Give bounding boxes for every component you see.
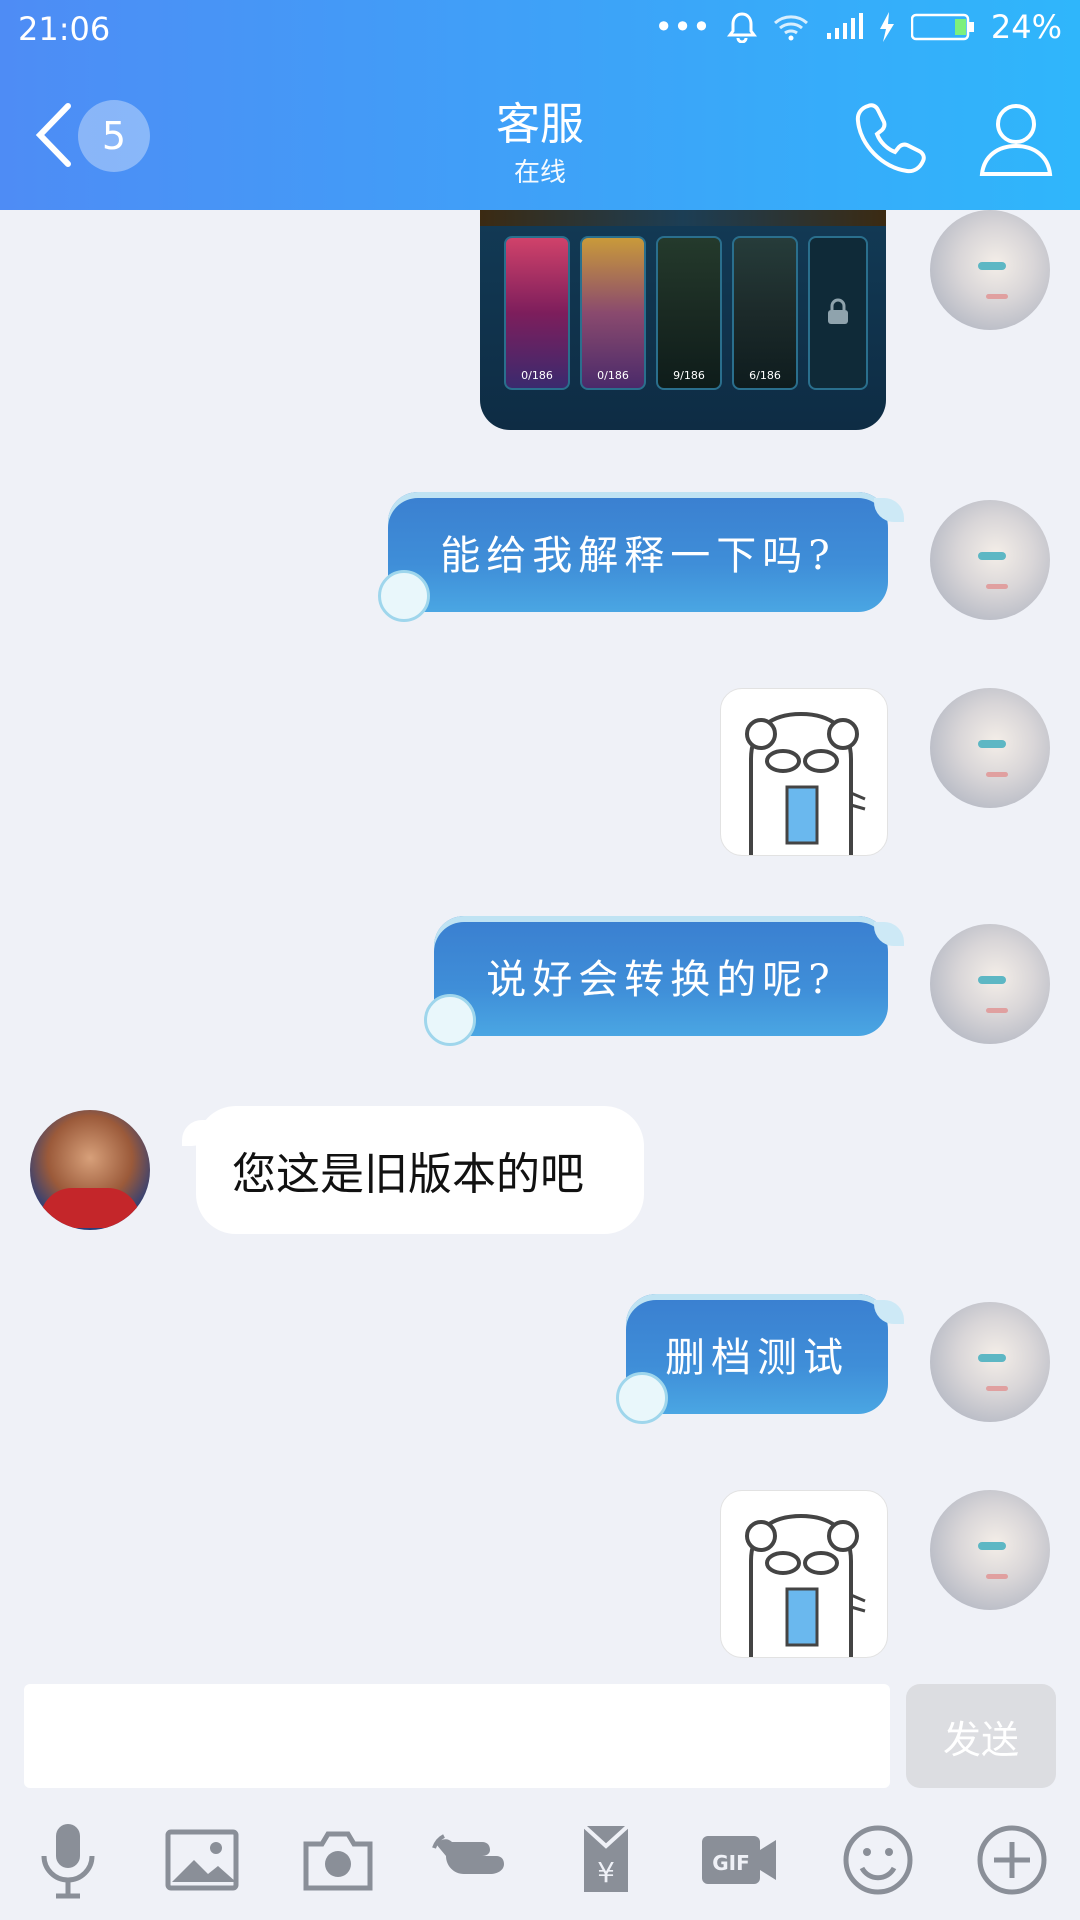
my-avatar[interactable]	[930, 1490, 1050, 1610]
image-message[interactable]: 0/186 0/186 9/186 6/186	[480, 210, 886, 430]
message-bubble[interactable]: 删档测试	[616, 1294, 904, 1424]
game-card: 0/186	[580, 236, 646, 390]
emoji-icon[interactable]	[838, 1820, 918, 1900]
bell-icon	[726, 12, 757, 43]
bubble-decoration-icon	[616, 1372, 668, 1424]
locked-card	[808, 236, 868, 390]
input-bar: 发送	[0, 1680, 1080, 1790]
send-button[interactable]: 发送	[906, 1684, 1056, 1788]
status-bar: 21:06 ••• 24%	[0, 0, 1080, 60]
game-card: 6/186	[732, 236, 798, 390]
bubble-tail	[874, 498, 904, 522]
incoming-message-bubble[interactable]: 您这是旧版本的吧	[182, 1106, 644, 1234]
gif-icon[interactable]: GIF	[700, 1820, 780, 1900]
game-topbar	[480, 210, 886, 226]
my-avatar[interactable]	[930, 924, 1050, 1044]
status-time: 21:06	[18, 10, 111, 48]
bear-sticker-icon	[745, 711, 866, 855]
game-card: 9/186	[656, 236, 722, 390]
profile-icon[interactable]	[978, 98, 1054, 178]
camera-icon[interactable]	[298, 1820, 378, 1900]
bubble-decoration-icon	[424, 994, 476, 1046]
phone-icon[interactable]	[850, 98, 930, 178]
message-input[interactable]	[24, 1684, 890, 1788]
message-bubble[interactable]: 说好会转换的呢?	[424, 916, 904, 1046]
svg-text:¥: ¥	[597, 1856, 615, 1889]
bubble-decoration-icon	[378, 570, 430, 622]
more-dots-icon: •••	[654, 8, 711, 46]
game-card: 0/186	[504, 236, 570, 390]
svg-text:GIF: GIF	[712, 1851, 750, 1875]
wifi-icon	[773, 15, 808, 41]
message-text: 能给我解释一下吗?	[440, 533, 836, 579]
nav-bar: 5 客服 在线	[0, 60, 1080, 210]
my-avatar[interactable]	[930, 210, 1050, 330]
bubble-tail	[182, 1120, 212, 1146]
red-packet-icon[interactable]: ¥	[566, 1820, 646, 1900]
app-header: 21:06 ••• 24% 5 客服 在线	[0, 0, 1080, 210]
sticker-message[interactable]	[720, 1490, 888, 1658]
chat-area[interactable]: 0/186 0/186 9/186 6/186 能给我解释一下吗? 说好会转换的…	[0, 210, 1080, 1680]
image-icon[interactable]	[162, 1820, 242, 1900]
plus-icon[interactable]	[972, 1820, 1052, 1900]
charging-icon	[879, 12, 894, 42]
bubble-tail	[874, 1300, 904, 1324]
message-bubble[interactable]: 能给我解释一下吗?	[378, 492, 904, 622]
message-text: 您这是旧版本的吧	[232, 1149, 584, 1200]
my-avatar[interactable]	[930, 688, 1050, 808]
battery-percent: 24%	[990, 8, 1062, 46]
signal-icon	[826, 13, 863, 39]
sticker-message[interactable]	[720, 688, 888, 856]
message-text: 说好会转换的呢?	[486, 957, 836, 1003]
microphone-icon[interactable]	[28, 1820, 108, 1900]
poke-icon[interactable]	[430, 1820, 510, 1900]
message-text: 删档测试	[665, 1335, 849, 1381]
bear-sticker-icon	[745, 1513, 866, 1657]
my-avatar[interactable]	[930, 1302, 1050, 1422]
my-avatar[interactable]	[930, 500, 1050, 620]
status-icons: ••• 24%	[654, 8, 1062, 46]
lock-icon	[828, 298, 848, 324]
agent-avatar[interactable]	[30, 1110, 150, 1230]
battery-icon	[910, 13, 974, 41]
toolbar: ¥ GIF	[0, 1790, 1080, 1920]
bubble-tail	[874, 922, 904, 946]
